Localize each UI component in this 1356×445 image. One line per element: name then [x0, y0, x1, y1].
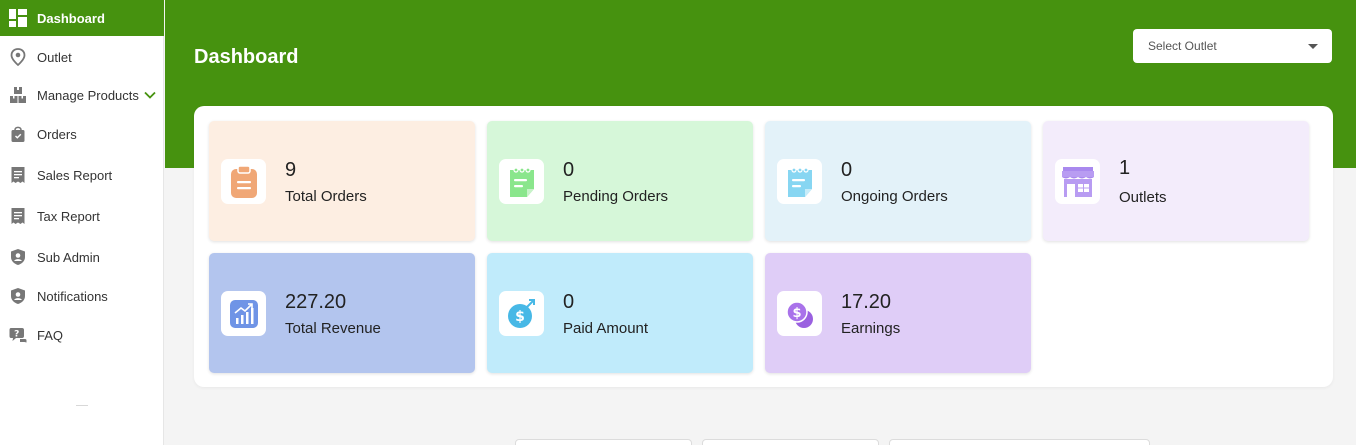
sidebar-item-manage-products[interactable]: Manage Products	[0, 77, 164, 113]
sidebar-item-label: Tax Report	[37, 208, 100, 224]
sidebar-item-label: Sales Report	[37, 167, 113, 183]
sidebar-item-label: FAQ	[37, 327, 64, 343]
select-outlet-value: Select Outlet	[1148, 39, 1217, 53]
sidebar-item-label: Outlet	[37, 49, 72, 65]
outlets-value: 1	[1119, 157, 1131, 179]
total-orders-label: Total Orders	[285, 188, 367, 205]
sidebar-item-orders[interactable]: Orders	[0, 116, 164, 152]
sidebar-item-label: Notifications	[37, 288, 108, 304]
sidebar-item-sales-report[interactable]: Sales Report	[0, 157, 164, 193]
select-outlet-dropdown[interactable]: Select Outlet	[1133, 29, 1332, 63]
pending-orders-card[interactable]: 0 Pending Orders	[487, 121, 753, 241]
ongoing-orders-label: Ongoing Orders	[841, 188, 948, 205]
sidebar-divider	[76, 405, 88, 406]
clipboard-icon	[221, 159, 266, 204]
svg-text:?: ?	[14, 329, 19, 339]
storefront-icon	[1055, 159, 1100, 204]
faq-icon: ?	[9, 326, 27, 344]
earnings-card[interactable]: $ 17.20 Earnings	[765, 253, 1031, 373]
sidebar-item-sub-admin[interactable]: Sub Admin	[0, 239, 164, 275]
sidebar-item-notifications[interactable]: Notifications	[0, 278, 164, 314]
total-revenue-card[interactable]: 227.20 Total Revenue	[209, 253, 475, 373]
sidebar-item-faq[interactable]: ? FAQ	[0, 317, 164, 353]
filter-field[interactable]	[889, 439, 1150, 445]
dollar-coin-icon: $	[499, 291, 544, 336]
earnings-value: 17.20	[841, 291, 892, 313]
outlets-label: Outlets	[1119, 189, 1167, 206]
total-orders-card[interactable]: 9 Total Orders	[209, 121, 475, 241]
svg-text:$: $	[515, 309, 525, 325]
sidebar-item-outlet[interactable]: Outlet	[0, 39, 164, 75]
sidebar-item-dashboard[interactable]: Dashboard	[0, 0, 164, 36]
stats-panel: 9 Total Orders 0 Pending Orders 0 Ongoin…	[194, 106, 1333, 387]
sidebar-item-tax-report[interactable]: Tax Report	[0, 198, 164, 234]
paid-amount-value: 0	[563, 291, 575, 313]
page-title: Dashboard	[194, 46, 299, 68]
dashboard-icon	[9, 9, 27, 27]
earnings-label: Earnings	[841, 320, 901, 337]
pending-orders-label: Pending Orders	[563, 188, 669, 205]
chevron-down-icon[interactable]	[144, 91, 156, 99]
sidebar-item-label: Manage Products	[37, 87, 139, 103]
ongoing-orders-icon	[777, 159, 822, 204]
filter-field[interactable]	[515, 439, 692, 445]
sidebar-item-label: Orders	[37, 126, 77, 142]
sidebar-item-label: Sub Admin	[37, 249, 100, 265]
user-shield-icon	[9, 248, 27, 266]
ongoing-orders-value: 0	[841, 159, 853, 181]
coins-icon: $	[777, 291, 822, 336]
receipt-icon	[9, 166, 27, 184]
total-revenue-label: Total Revenue	[285, 320, 381, 337]
location-pin-icon	[9, 48, 27, 66]
user-shield-icon	[9, 287, 27, 305]
paid-amount-card[interactable]: $ 0 Paid Amount	[487, 253, 753, 373]
ongoing-orders-card[interactable]: 0 Ongoing Orders	[765, 121, 1031, 241]
filter-field[interactable]	[702, 439, 879, 445]
sidebar: Dashboard Outlet Manage Products Orders …	[0, 0, 164, 445]
revenue-chart-icon	[221, 291, 266, 336]
receipt-icon	[9, 207, 27, 225]
total-revenue-value: 227.20	[285, 291, 347, 313]
sidebar-item-label: Dashboard	[37, 10, 105, 26]
pending-orders-icon	[499, 159, 544, 204]
total-orders-value: 9	[285, 159, 297, 181]
outlets-card[interactable]: 1 Outlets	[1043, 121, 1309, 241]
boxes-icon	[9, 86, 27, 104]
paid-amount-label: Paid Amount	[563, 320, 649, 337]
caret-down-icon	[1308, 44, 1318, 49]
svg-text:$: $	[792, 306, 801, 321]
shopping-bag-icon	[9, 125, 27, 143]
pending-orders-value: 0	[563, 159, 575, 181]
